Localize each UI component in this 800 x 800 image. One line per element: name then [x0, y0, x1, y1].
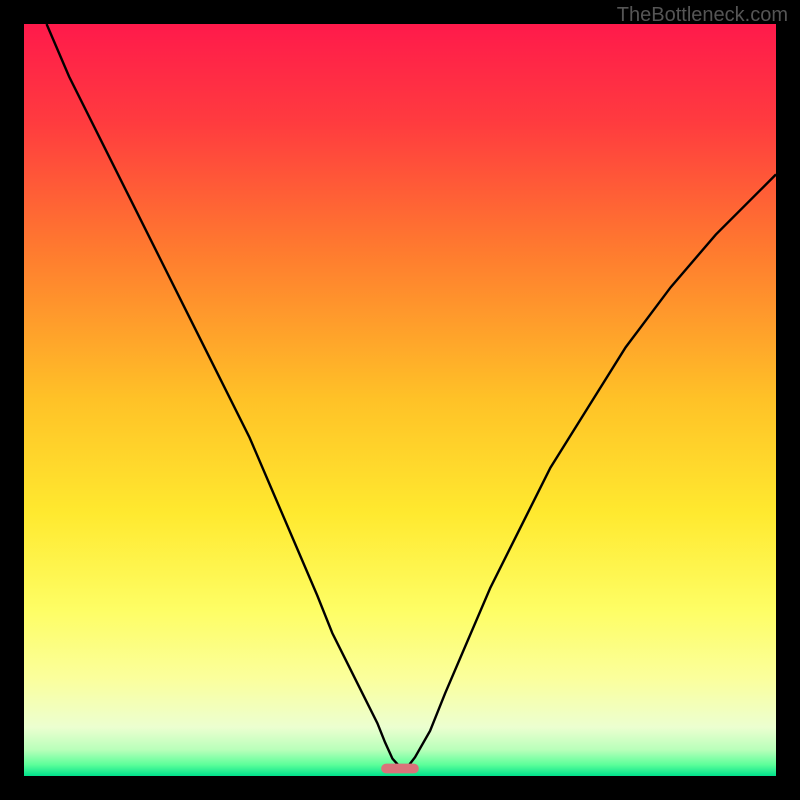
watermark-text: TheBottleneck.com [617, 4, 788, 27]
gradient-background [24, 24, 776, 776]
plot-area [24, 24, 776, 776]
min-marker [381, 764, 419, 774]
chart-svg [24, 24, 776, 776]
chart-frame: TheBottleneck.com [0, 0, 800, 800]
